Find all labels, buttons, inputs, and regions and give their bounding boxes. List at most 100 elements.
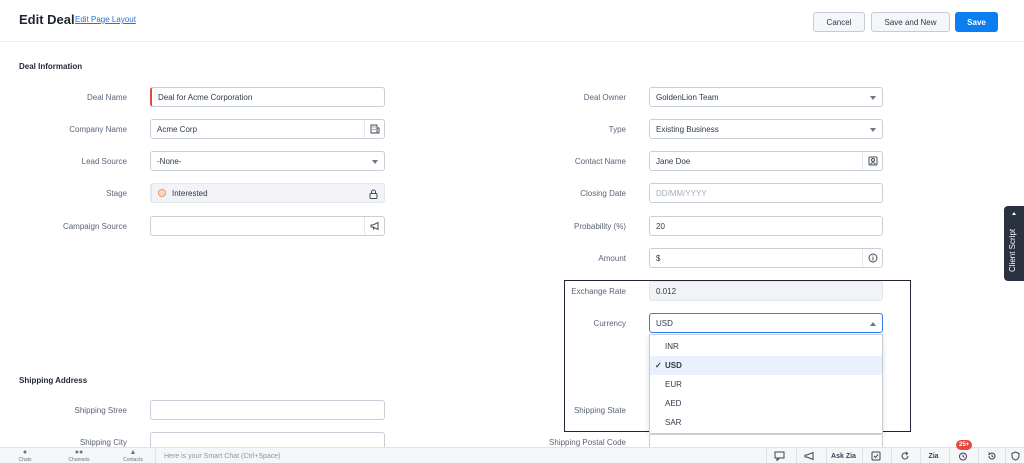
stage-field: Interested xyxy=(150,183,385,203)
shipping-street-input[interactable] xyxy=(150,400,385,420)
deal-name-label: Deal Name xyxy=(86,93,127,102)
currency-option-label: SAR xyxy=(665,418,682,427)
refresh-icon[interactable] xyxy=(891,448,917,463)
contact-lookup-icon[interactable] xyxy=(862,152,882,170)
feedback-icon[interactable] xyxy=(766,448,792,463)
client-script-label: Client Script xyxy=(1008,228,1017,272)
smart-chat-input[interactable]: Here is your Smart Chat (Ctrl+Space) xyxy=(155,449,475,463)
currency-select[interactable]: USD xyxy=(649,313,883,333)
ask-zia-label: Ask Zia xyxy=(831,452,856,460)
bottom-bar: ● Chats ●● Channels ▲ Contacts Here is y… xyxy=(0,447,1024,463)
info-icon[interactable] xyxy=(862,249,882,267)
save-and-new-button[interactable]: Save and New xyxy=(871,12,950,32)
deal-owner-select[interactable]: GoldenLion Team xyxy=(649,87,883,107)
currency-option-aed[interactable]: AED xyxy=(650,394,882,413)
history-icon[interactable] xyxy=(978,448,1004,463)
currency-option-sar[interactable]: SAR xyxy=(650,413,882,432)
currency-option-eur[interactable]: EUR xyxy=(650,375,882,394)
currency-option-inr[interactable]: INR xyxy=(650,337,882,356)
deal-name-input[interactable]: Deal for Acme Corporation xyxy=(150,87,385,107)
notification-badge: 25+ xyxy=(956,440,973,450)
exchange-rate-field: 0.012 xyxy=(649,281,883,301)
shipping-street-label: Shipping Stree xyxy=(74,406,127,415)
contacts-button[interactable]: ▲ Contacts xyxy=(119,449,147,463)
person-icon: ▲ xyxy=(129,449,137,456)
deal-owner-value: GoldenLion Team xyxy=(656,92,719,102)
lead-source-value: -None- xyxy=(157,156,182,166)
currency-option-label: AED xyxy=(665,399,682,408)
shipping-city-label: Shipping City xyxy=(79,438,127,447)
chevron-down-icon xyxy=(870,128,876,132)
check-icon: ✓ xyxy=(655,361,662,370)
client-script-tab[interactable]: Client Script xyxy=(1004,206,1024,281)
contact-name-input[interactable]: Jane Doe xyxy=(649,151,883,171)
company-name-label: Company Name xyxy=(69,125,127,134)
closing-date-label: Closing Date xyxy=(580,189,626,198)
chevron-up-icon xyxy=(870,322,876,326)
amount-input[interactable]: $ xyxy=(649,248,883,268)
chats-label: Chats xyxy=(18,457,32,463)
section-title-deal-information: Deal Information xyxy=(19,62,83,71)
shield-icon[interactable] xyxy=(1005,448,1024,463)
save-button[interactable]: Save xyxy=(955,12,998,32)
page-header: Edit Deal Edit Page Layout Cancel Save a… xyxy=(0,0,1024,42)
company-name-input[interactable]: Acme Corp xyxy=(150,119,385,139)
chevron-down-icon xyxy=(870,96,876,100)
currency-option-label: USD xyxy=(665,361,682,370)
amount-label: Amount xyxy=(598,254,626,263)
shipping-postal-code-label: Shipping Postal Code xyxy=(549,438,626,447)
currency-option-usd[interactable]: ✓ USD xyxy=(650,356,882,375)
currency-option-label: INR xyxy=(665,342,679,351)
currency-label: Currency xyxy=(593,319,626,328)
stage-status-dot-icon xyxy=(158,189,166,197)
contacts-label: Contacts xyxy=(123,457,143,463)
deal-name-value: Deal for Acme Corporation xyxy=(158,92,253,102)
ask-zia-button[interactable]: Ask Zia xyxy=(826,448,860,463)
amount-value: $ xyxy=(656,253,661,263)
shipping-state-label: Shipping State xyxy=(573,406,626,415)
exchange-rate-label: Exchange Rate xyxy=(571,287,626,296)
contact-name-label: Contact Name xyxy=(574,157,626,166)
alarm-clock-icon[interactable] xyxy=(949,448,975,463)
zia-label: Zia xyxy=(928,452,939,460)
chats-button[interactable]: ● Chats xyxy=(11,449,39,463)
announcement-icon[interactable] xyxy=(796,448,822,463)
megaphone-icon[interactable] xyxy=(364,217,384,235)
page-title: Edit Deal xyxy=(19,12,75,27)
contact-name-value: Jane Doe xyxy=(656,156,691,166)
smart-chat-placeholder: Here is your Smart Chat (Ctrl+Space) xyxy=(164,452,281,460)
closing-date-input[interactable]: DD/MM/YYYY xyxy=(649,183,883,203)
channels-label: Channels xyxy=(68,457,90,463)
zia-icon[interactable]: Zia xyxy=(920,448,946,463)
probability-input[interactable]: 20 xyxy=(649,216,883,236)
chevron-down-icon xyxy=(372,160,378,164)
currency-dropdown-list: INR ✓ USD EUR AED SAR xyxy=(649,334,883,434)
section-title-shipping-address: Shipping Address xyxy=(19,376,88,385)
currency-option-label: EUR xyxy=(665,380,682,389)
edit-page-layout-link[interactable]: Edit Page Layout xyxy=(75,15,136,24)
cancel-button[interactable]: Cancel xyxy=(813,12,865,32)
channels-button[interactable]: ●● Channels xyxy=(65,449,93,463)
stage-label: Stage xyxy=(106,189,127,198)
lead-source-select[interactable]: -None- xyxy=(150,151,385,171)
chevron-up-icon xyxy=(1012,212,1016,215)
company-lookup-icon[interactable] xyxy=(364,120,384,138)
stage-value: Interested xyxy=(172,188,208,198)
checklist-icon[interactable] xyxy=(862,448,888,463)
probability-label: Probability (%) xyxy=(573,222,626,231)
lead-source-label: Lead Source xyxy=(81,157,127,166)
type-select[interactable]: Existing Business xyxy=(649,119,883,139)
company-name-value: Acme Corp xyxy=(157,124,198,134)
group-icon: ●● xyxy=(74,449,84,456)
chat-bubble-icon: ● xyxy=(22,449,28,456)
type-label: Type xyxy=(608,125,626,134)
probability-value: 20 xyxy=(656,221,665,231)
currency-value: USD xyxy=(656,318,673,328)
exchange-rate-value: 0.012 xyxy=(656,286,677,296)
closing-date-placeholder: DD/MM/YYYY xyxy=(656,188,707,198)
lock-icon xyxy=(368,188,379,199)
campaign-source-input[interactable] xyxy=(150,216,385,236)
type-value: Existing Business xyxy=(656,124,719,134)
deal-owner-label: Deal Owner xyxy=(583,93,626,102)
campaign-source-label: Campaign Source xyxy=(62,222,127,231)
